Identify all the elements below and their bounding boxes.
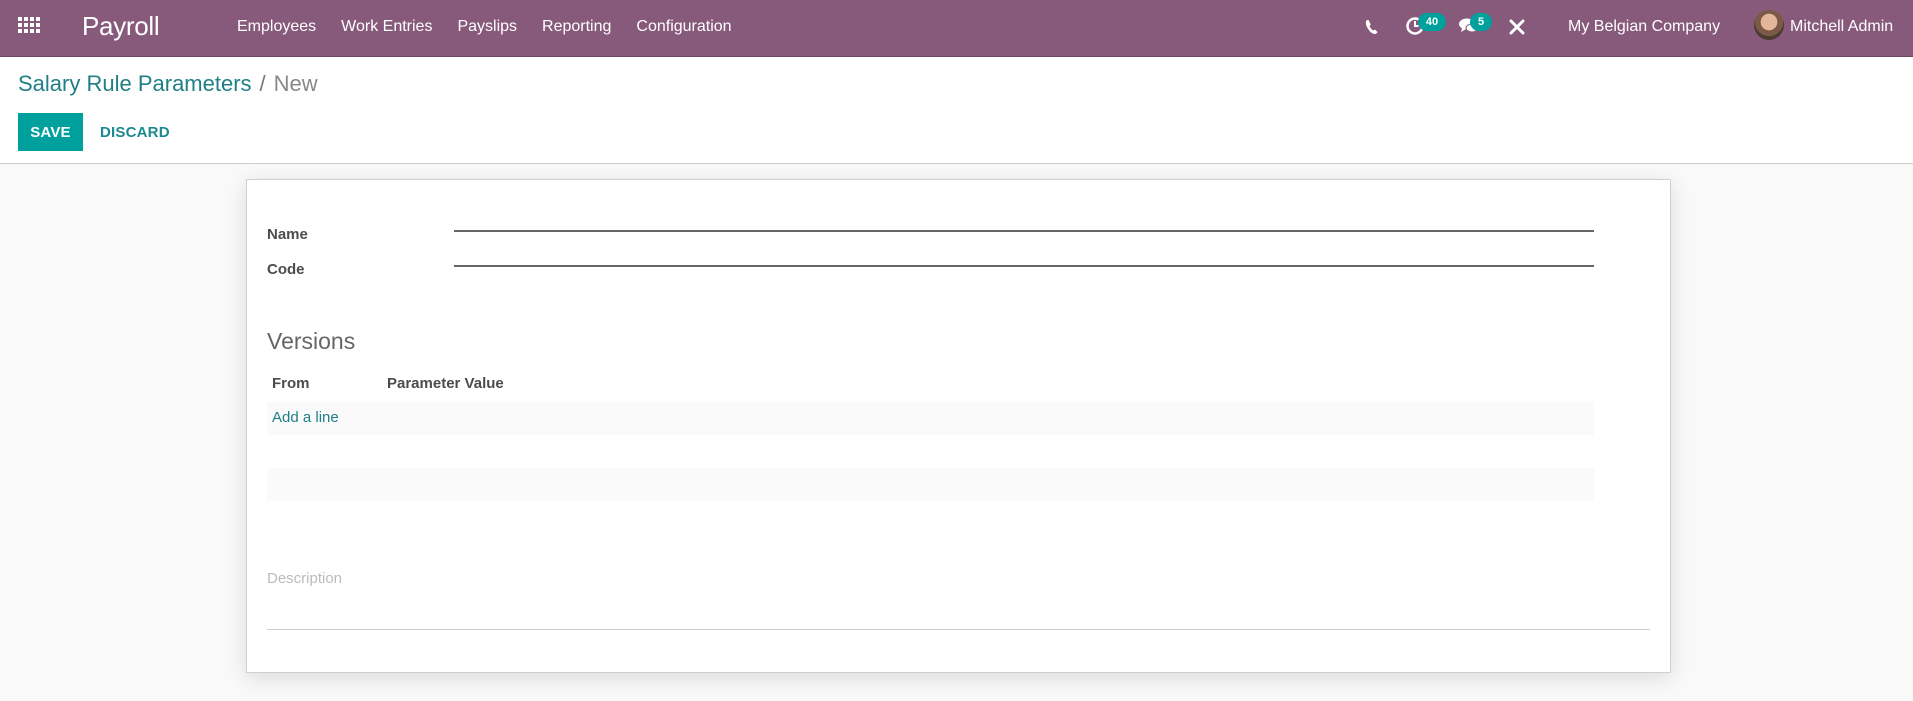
app-title[interactable]: Payroll	[82, 11, 160, 42]
name-input[interactable]	[454, 206, 1594, 232]
company-switcher[interactable]: My Belgian Company	[1568, 18, 1720, 36]
code-input[interactable]	[454, 241, 1594, 267]
top-navbar: Payroll Employees Work Entries Payslips …	[0, 0, 1913, 57]
menu-item-employees[interactable]: Employees	[237, 18, 316, 36]
column-header-from[interactable]: From	[272, 375, 310, 392]
breadcrumb: Salary Rule Parameters / New	[18, 71, 318, 97]
activity-count-badge: 40	[1418, 13, 1446, 31]
apps-menu-icon[interactable]	[18, 17, 41, 37]
menu-item-work-entries[interactable]: Work Entries	[341, 18, 432, 36]
menu-item-reporting[interactable]: Reporting	[542, 18, 611, 36]
message-count-badge: 5	[1470, 13, 1492, 31]
menu-item-payslips[interactable]: Payslips	[457, 18, 517, 36]
breadcrumb-parent[interactable]: Salary Rule Parameters	[18, 71, 252, 96]
empty-list-row	[267, 468, 1594, 501]
user-avatar[interactable]	[1754, 10, 1784, 40]
breadcrumb-separator: /	[259, 71, 266, 96]
menu-item-configuration[interactable]: Configuration	[636, 18, 731, 36]
add-a-line-link[interactable]: Add a line	[272, 409, 339, 426]
name-label: Name	[267, 226, 308, 243]
breadcrumb-current: New	[273, 71, 318, 96]
versions-section-title: Versions	[267, 328, 356, 354]
code-label: Code	[267, 261, 305, 278]
column-header-parameter-value[interactable]: Parameter Value	[387, 375, 504, 392]
form-sheet: Name Code Versions From Parameter Value …	[246, 179, 1671, 673]
description-field[interactable]	[267, 570, 1650, 630]
add-line-row: Add a line	[267, 402, 1594, 435]
debug-tools-icon[interactable]	[1508, 18, 1526, 36]
save-button[interactable]: SAVE	[18, 113, 83, 151]
main-menu: Employees Work Entries Payslips Reportin…	[237, 18, 757, 36]
phone-icon[interactable]	[1364, 17, 1380, 37]
discard-button[interactable]: DISCARD	[92, 113, 178, 151]
user-menu[interactable]: Mitchell Admin	[1790, 18, 1893, 36]
control-panel: Salary Rule Parameters / New SAVE DISCARD	[0, 57, 1913, 164]
